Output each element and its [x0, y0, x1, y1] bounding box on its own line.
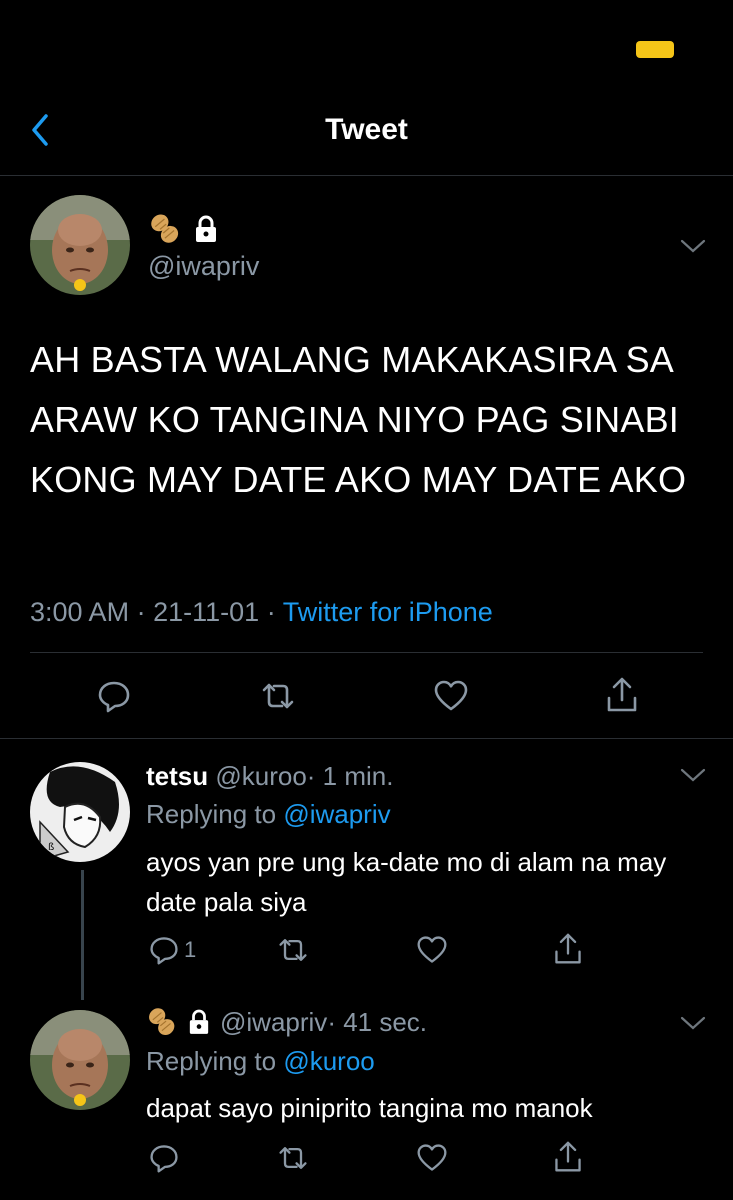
heart-icon — [417, 936, 447, 963]
like-button[interactable] — [416, 1142, 448, 1174]
reply-text: ayos yan pre ung ka-date mo di alam na m… — [146, 847, 667, 917]
avatar[interactable] — [30, 1010, 130, 1110]
thread-line — [81, 870, 84, 1000]
lock-icon — [189, 1009, 209, 1034]
reply-time: · 41 sec. — [327, 1007, 428, 1037]
more-options-button[interactable] — [680, 238, 706, 254]
tweet-meta: 3:00 AM · 21-11-01 · Twitter for iPhone — [30, 592, 493, 632]
retweet-icon — [262, 683, 294, 709]
reply-button[interactable] — [148, 1142, 180, 1174]
tweet-source-link[interactable]: Twitter for iPhone — [283, 597, 493, 627]
reply-author-handle[interactable]: @kuroo — [215, 761, 306, 791]
battery-indicator — [636, 41, 674, 58]
meta-separator: · — [136, 597, 146, 627]
avatar[interactable]: ß — [30, 762, 130, 862]
retweet-button[interactable] — [260, 678, 296, 714]
more-options-button[interactable] — [680, 767, 706, 783]
reply-header: @iwapriv· 41 sec. — [146, 1004, 427, 1040]
share-button[interactable] — [552, 1140, 584, 1172]
peanut-icon — [151, 214, 179, 243]
reply-text: dapat sayo piniprito tangina mo manok — [146, 1093, 593, 1123]
chevron-down-icon — [680, 1016, 706, 1030]
reply-author-name[interactable]: tetsu — [146, 761, 208, 791]
share-icon — [555, 933, 581, 964]
heart-icon — [417, 1144, 447, 1171]
divider — [0, 738, 733, 739]
reply-header: tetsu @kuroo· 1 min. — [146, 758, 393, 794]
divider — [30, 652, 703, 653]
reply-icon — [150, 937, 178, 965]
reply-time: · 1 min. — [306, 761, 394, 791]
header-divider — [0, 175, 733, 176]
tweet-text: AH BASTA WALANG MAKAKASIRA SA ARAW KO TA… — [30, 339, 687, 500]
meta-separator: · — [266, 597, 276, 627]
author-handle[interactable]: @iwapriv — [148, 248, 259, 284]
replying-to: Replying to @kuroo — [146, 1043, 375, 1079]
like-button[interactable] — [433, 678, 469, 714]
replying-prefix: Replying to — [146, 1046, 277, 1076]
display-name — [148, 212, 218, 246]
retweet-button[interactable] — [277, 934, 309, 966]
replying-prefix: Replying to — [146, 799, 277, 829]
reply-author-handle[interactable]: @iwapriv — [220, 1007, 327, 1037]
mention-link[interactable]: @iwapriv — [283, 799, 390, 829]
reply-icon — [150, 1145, 178, 1173]
avatar[interactable] — [30, 195, 130, 295]
share-button[interactable] — [604, 676, 640, 712]
reply-count: 1 — [184, 937, 197, 962]
retweet-icon — [279, 939, 307, 961]
lock-icon — [196, 215, 216, 242]
heart-icon — [434, 680, 468, 711]
tweet-date: 21-11-01 — [153, 597, 260, 627]
reply-button[interactable] — [96, 678, 132, 714]
share-button[interactable] — [552, 932, 584, 964]
reply-button[interactable]: 1 — [148, 934, 208, 966]
more-options-button[interactable] — [680, 1015, 706, 1031]
page-title: Tweet — [325, 113, 408, 146]
mention-link[interactable]: @kuroo — [283, 1046, 374, 1076]
tweet-time: 3:00 AM — [30, 597, 130, 627]
share-icon — [555, 1141, 581, 1172]
like-button[interactable] — [416, 934, 448, 966]
chevron-down-icon — [680, 768, 706, 782]
peanut-icon — [149, 1008, 175, 1035]
share-icon — [607, 677, 637, 712]
retweet-button[interactable] — [277, 1142, 309, 1174]
retweet-icon — [279, 1147, 307, 1169]
replying-to: Replying to @iwapriv — [146, 796, 391, 832]
reply-icon — [98, 681, 130, 713]
chevron-down-icon — [680, 239, 706, 253]
svg-text:ß: ß — [48, 842, 54, 853]
